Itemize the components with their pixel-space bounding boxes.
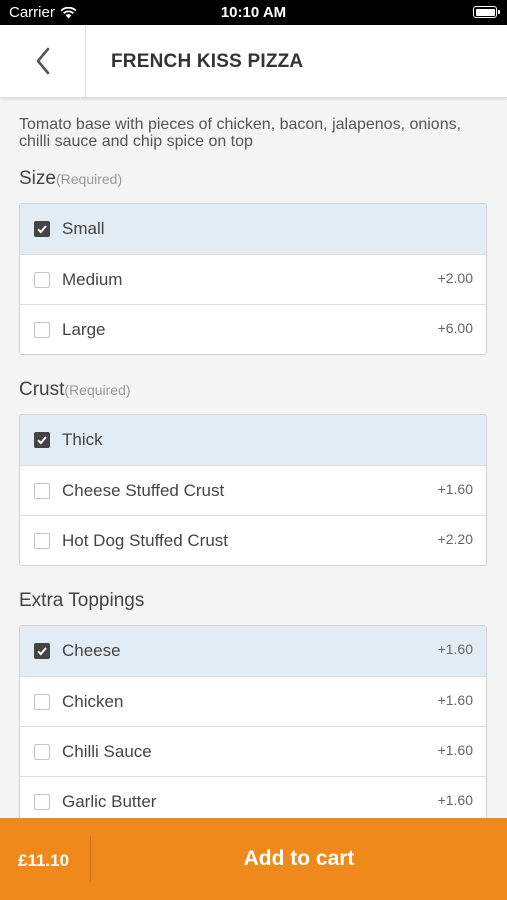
option-cheese-stuffed-crust[interactable]: Cheese Stuffed Crust +1.60 [20,465,486,515]
checkbox-checked[interactable] [34,221,50,237]
battery-icon [473,6,500,18]
section-title-toppings: Extra Toppings [19,590,144,612]
option-label: Large [62,320,106,339]
checkbox[interactable] [34,533,50,549]
add-to-cart-button[interactable]: Add to cart [91,818,507,900]
option-chicken[interactable]: Chicken +1.60 [20,676,486,726]
option-thick[interactable]: Thick [20,415,486,465]
status-bar: Carrier 10:10 AM [0,0,507,25]
section-title-size: Size(Required) [19,168,122,190]
size-option-group: Small Medium +2.00 Large +6.00 [19,203,487,355]
option-label: Thick [62,430,103,449]
section-title-crust-text: Crust [19,379,65,400]
option-price: +1.60 [437,481,473,497]
option-price: +1.60 [437,792,473,808]
checkbox[interactable] [34,483,50,499]
option-label: Hot Dog Stuffed Crust [62,531,228,550]
option-price: +6.00 [437,320,473,336]
checkmark-icon [37,647,47,656]
option-label: Garlic Butter [62,792,157,811]
back-button[interactable] [0,25,86,97]
toppings-option-group: Cheese +1.60 Chicken +1.60 Chilli Sauce … [19,625,487,818]
checkbox-checked[interactable] [34,643,50,659]
product-options: Tomato base with pieces of chicken, baco… [0,98,507,818]
required-label: (Required) [64,382,131,398]
option-label: Chilli Sauce [62,742,152,761]
option-large[interactable]: Large +6.00 [20,304,486,354]
option-small[interactable]: Small [20,204,486,254]
required-label: (Required) [55,171,123,187]
checkmark-icon [37,436,47,445]
option-price: +1.60 [437,641,473,657]
option-label: Small [62,219,105,238]
option-chilli-sauce[interactable]: Chilli Sauce +1.60 [20,726,486,776]
checkbox[interactable] [34,694,50,710]
checkbox[interactable] [34,794,50,810]
section-title-toppings-text: Extra Toppings [19,590,145,611]
option-garlic-butter[interactable]: Garlic Butter +1.60 [20,776,486,818]
option-price: +1.60 [437,742,473,758]
clock: 10:10 AM [220,4,287,21]
checkmark-icon [37,225,47,234]
option-price: +1.60 [437,692,473,708]
option-price: +2.20 [437,531,473,547]
crust-option-group: Thick Cheese Stuffed Crust +1.60 Hot Dog… [19,414,487,566]
header: FRENCH KISS PIZZA [0,25,507,98]
option-medium[interactable]: Medium +2.00 [20,254,486,304]
cart-bar: £11.10 Add to cart [0,818,507,900]
page-title: FRENCH KISS PIZZA [111,51,304,72]
section-title-size-text: Size [19,168,56,189]
checkbox[interactable] [34,272,50,288]
option-label: Cheese Stuffed Crust [62,481,225,500]
product-description: Tomato base with pieces of chicken, baco… [19,116,462,150]
option-price: +2.00 [437,270,473,286]
option-label: Cheese [62,641,121,660]
option-hot-dog-stuffed-crust[interactable]: Hot Dog Stuffed Crust +2.20 [20,515,486,565]
chevron-left-icon [36,47,49,75]
option-label: Medium [62,270,123,289]
option-label: Chicken [62,692,124,711]
checkbox[interactable] [34,744,50,760]
option-cheese[interactable]: Cheese +1.60 [20,626,486,676]
checkbox-checked[interactable] [34,432,50,448]
section-title-crust: Crust(Required) [19,379,131,401]
checkbox[interactable] [34,322,50,338]
order-total: £11.10 [18,851,70,870]
